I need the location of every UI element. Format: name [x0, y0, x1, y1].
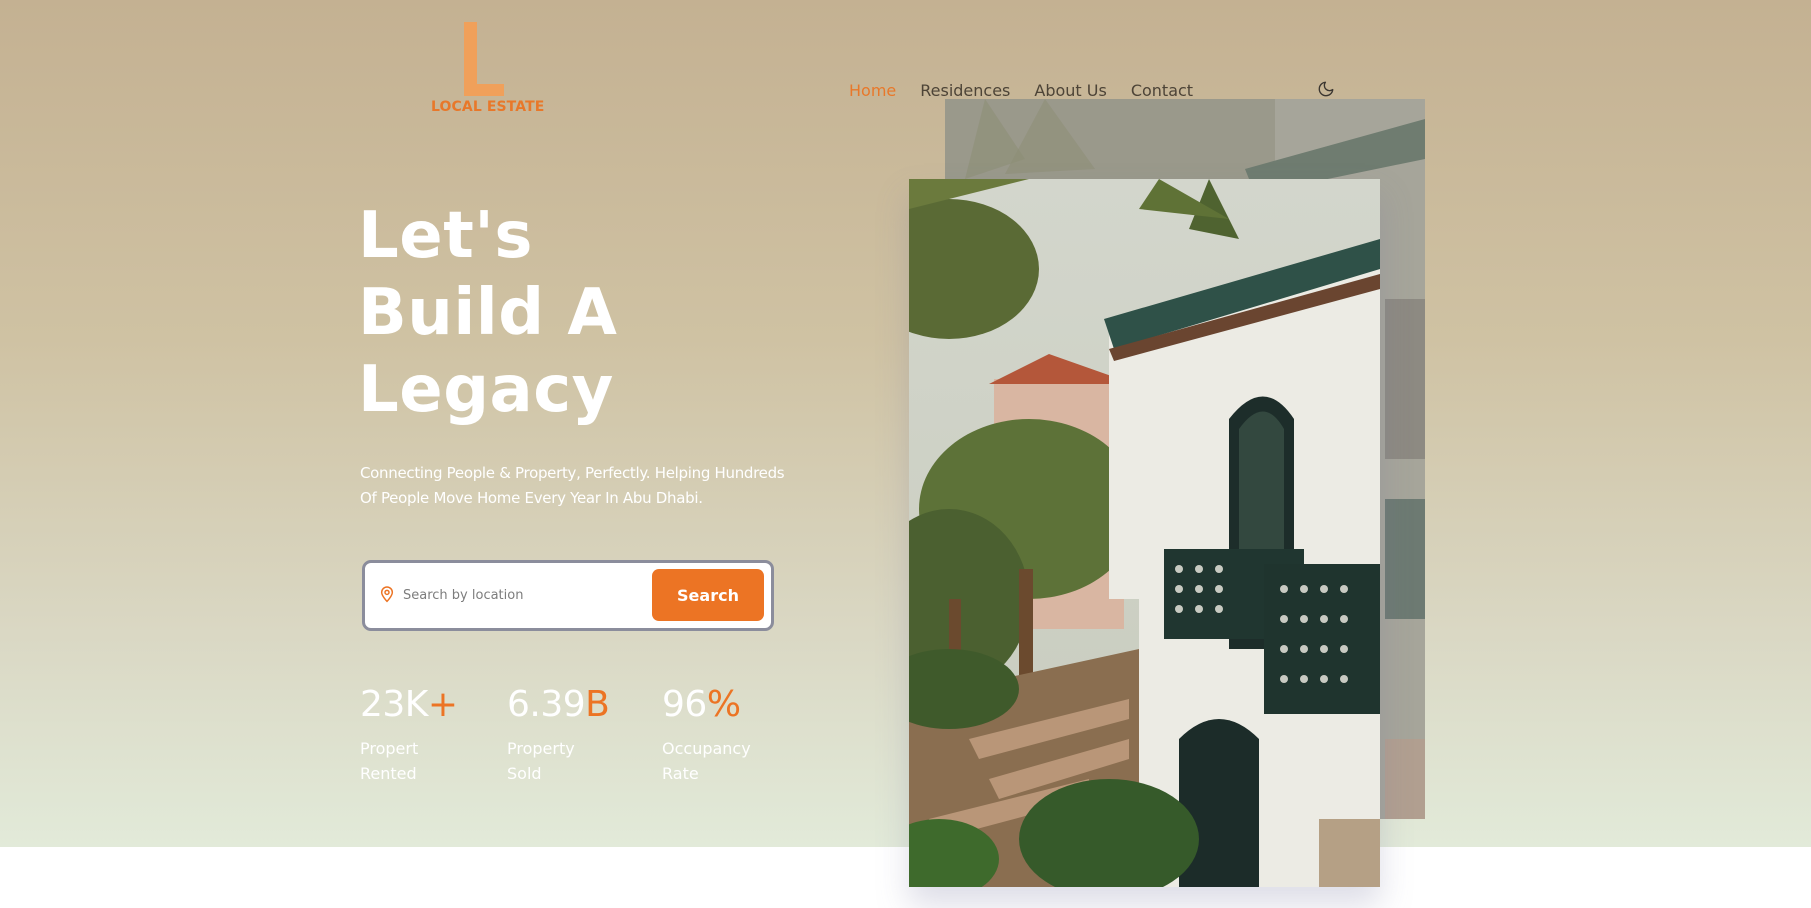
hero-headline: Let's Build A Legacy [358, 198, 617, 429]
brand-logo[interactable]: LOCAL ESTATE [430, 20, 544, 120]
moon-icon[interactable] [1317, 80, 1335, 98]
logo-letter-mark [464, 22, 508, 96]
stat-value: 23K+ [360, 684, 458, 726]
nav-link-home[interactable]: Home [849, 81, 896, 100]
subtext-line-2: Of People Move Home Every Year In Abu Dh… [360, 489, 703, 507]
hero-section [0, 0, 1811, 847]
stat-value: 96% [662, 684, 751, 726]
stat-suffix: + [427, 684, 458, 725]
stat-occupancy-rate: 96% Occupancy Rate [662, 684, 751, 786]
stat-properties-rented: 23K+ Propert Rented [360, 684, 458, 786]
brand-name: LOCAL ESTATE [431, 99, 545, 115]
stat-number: 96 [662, 684, 707, 725]
villa-photo-main [909, 179, 1380, 887]
stat-label: Propert Rented [360, 736, 458, 786]
stat-label-line: Property [507, 739, 575, 758]
stat-suffix: B [585, 684, 610, 725]
headline-line-2: Build A [358, 276, 618, 350]
stat-label-line: Propert [360, 739, 419, 758]
nav-link-contact[interactable]: Contact [1131, 81, 1193, 100]
stat-suffix: % [706, 684, 741, 725]
stat-label-line: Occupancy [662, 739, 751, 758]
stat-label: Occupancy Rate [662, 736, 751, 786]
subtext-line-1: Connecting People & Property, Perfectly.… [360, 464, 785, 482]
stat-label-line: Rate [662, 764, 699, 783]
stat-label-line: Sold [507, 764, 542, 783]
nav-link-residences[interactable]: Residences [920, 81, 1010, 100]
hero-subtext: Connecting People & Property, Perfectly.… [360, 461, 840, 511]
logo-mark-foot [464, 84, 504, 96]
main-nav: Home Residences About Us Contact [849, 79, 1217, 101]
headline-line-3: Legacy [358, 353, 614, 427]
nav-link-about-us[interactable]: About Us [1034, 81, 1106, 100]
stat-label-line: Rented [360, 764, 417, 783]
stat-number: 6.39 [507, 684, 586, 725]
stat-label: Property Sold [507, 736, 609, 786]
headline-line-1: Let's [358, 199, 533, 273]
stat-value: 6.39B [507, 684, 610, 726]
stat-property-sold: 6.39B Property Sold [507, 684, 610, 786]
location-search-bar: Search [362, 560, 774, 631]
location-pin-icon [379, 585, 395, 603]
search-input[interactable] [403, 580, 643, 610]
stat-number: 23K [360, 684, 428, 725]
page-bottom-band [0, 847, 1811, 908]
search-button[interactable]: Search [652, 569, 764, 621]
